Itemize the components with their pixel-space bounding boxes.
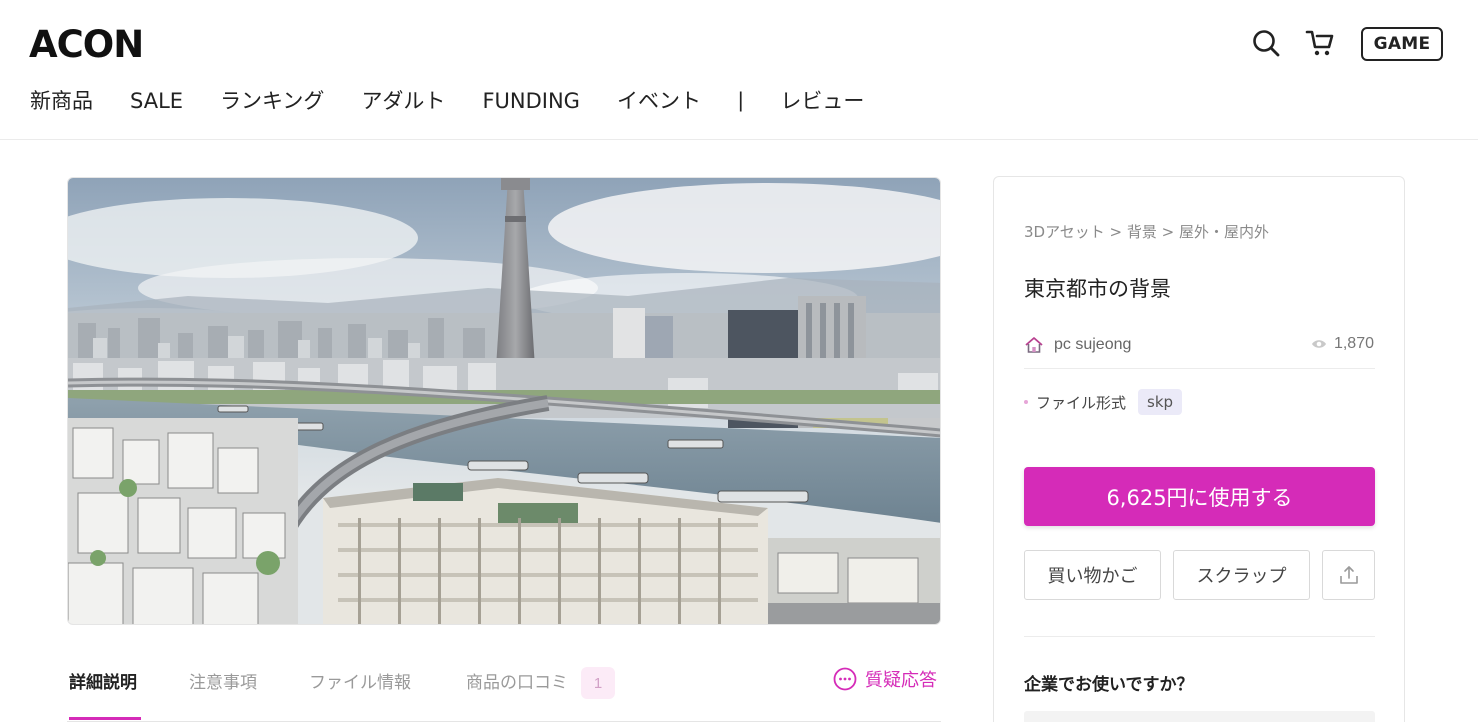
share-icon bbox=[1339, 566, 1358, 584]
tab-details[interactable]: 詳細説明 bbox=[69, 668, 137, 698]
nav-item-sale[interactable]: SALE bbox=[130, 84, 183, 118]
divider bbox=[1024, 636, 1375, 637]
tab-notes[interactable]: 注意事項 bbox=[189, 668, 257, 698]
view-count-value: 1,870 bbox=[1333, 335, 1374, 352]
share-button[interactable] bbox=[1322, 550, 1375, 600]
home-icon bbox=[1025, 337, 1043, 353]
scrap-button[interactable]: スクラップ bbox=[1173, 550, 1310, 600]
nav-separator: | bbox=[737, 89, 744, 112]
nav-item-new[interactable]: 新商品 bbox=[30, 84, 93, 118]
game-button[interactable]: GAME bbox=[1361, 27, 1443, 61]
nav-item-funding[interactable]: FUNDING bbox=[482, 84, 580, 118]
view-count: 1,870 bbox=[1311, 335, 1374, 353]
nav-item-event[interactable]: イベント bbox=[617, 84, 701, 118]
tab-reviews[interactable]: 商品の口コミ bbox=[466, 668, 568, 698]
qa-button[interactable]: 質疑応答 bbox=[833, 666, 937, 692]
cart-button[interactable] bbox=[1303, 26, 1337, 60]
seller-name: pc sujeong bbox=[1054, 336, 1132, 353]
business-use-panel[interactable] bbox=[1024, 711, 1375, 722]
product-tabs: 詳細説明 注意事項 ファイル情報 商品の口コミ 1 質疑応答 bbox=[67, 660, 941, 722]
search-button[interactable] bbox=[1249, 26, 1283, 60]
file-format-row: ファイル形式 skp bbox=[1024, 389, 1183, 415]
search-icon bbox=[1253, 30, 1280, 57]
divider bbox=[1024, 368, 1375, 369]
nav-item-ranking[interactable]: ランキング bbox=[220, 84, 324, 118]
file-format-tag: skp bbox=[1138, 389, 1183, 415]
tab-file-info[interactable]: ファイル情報 bbox=[309, 668, 411, 698]
product-title: 東京都市の背景 bbox=[1024, 277, 1171, 301]
chat-dots-icon bbox=[833, 667, 857, 691]
file-format-label: ファイル形式 bbox=[1036, 393, 1127, 412]
nav-item-adult[interactable]: アダルト bbox=[361, 84, 445, 118]
add-to-cart-button[interactable]: 買い物かご bbox=[1024, 550, 1161, 600]
cart-icon bbox=[1305, 30, 1334, 56]
bullet-dot bbox=[1024, 400, 1028, 404]
review-count-badge: 1 bbox=[581, 667, 615, 699]
seller-link[interactable]: pc sujeong bbox=[1024, 335, 1131, 355]
buy-button[interactable]: 6,625円に使用する bbox=[1024, 467, 1375, 526]
product-main-image[interactable] bbox=[67, 177, 941, 625]
product-info-panel: 3Dアセット > 背景 > 屋外・屋内外 東京都市の背景 pc sujeong … bbox=[993, 176, 1405, 722]
qa-label: 質疑応答 bbox=[865, 670, 937, 691]
active-tab-indicator bbox=[69, 717, 141, 720]
breadcrumb[interactable]: 3Dアセット > 背景 > 屋外・屋内外 bbox=[1024, 221, 1269, 242]
business-use-heading: 企業でお使いですか？ bbox=[1024, 675, 1194, 695]
main-nav: 新商品 SALE ランキング アダルト FUNDING イベント | レビュー bbox=[30, 84, 901, 118]
site-header: ACON 新商品 SALE ランキング アダルト FUNDING イベント | … bbox=[0, 0, 1478, 140]
nav-item-review[interactable]: レビュー bbox=[780, 84, 864, 118]
tokyo-cityscape-illustration bbox=[68, 178, 940, 624]
eye-icon bbox=[1311, 340, 1326, 348]
acon-logo[interactable]: ACON bbox=[29, 24, 144, 66]
